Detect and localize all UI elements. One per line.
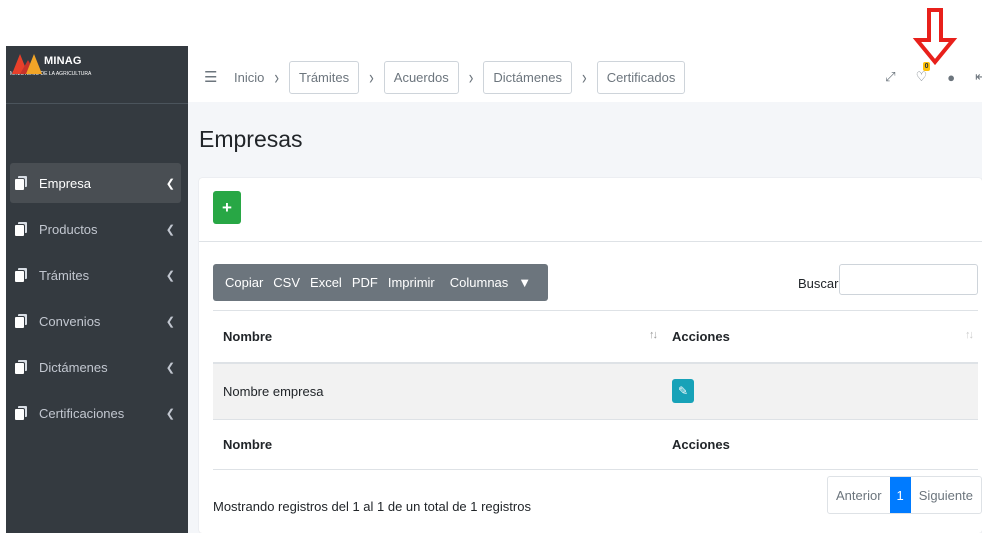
copy-icon bbox=[15, 222, 27, 236]
sidebar-item-tramites[interactable]: Trámites ❮ bbox=[10, 255, 181, 295]
copy-icon bbox=[15, 268, 27, 282]
chevron-left-icon: ❮ bbox=[165, 361, 175, 374]
copy-icon bbox=[15, 360, 27, 374]
copy-icon bbox=[15, 406, 27, 420]
top-navbar: ☰ Inicio › Trámites › Acuerdos › Dictáme… bbox=[188, 52, 982, 102]
table-info: Mostrando registros del 1 al 1 de un tot… bbox=[213, 499, 531, 514]
prev-page-button[interactable]: Anterior bbox=[828, 477, 890, 513]
navbar-right-icons: ⤢ ♡ 0 ● ⇤ bbox=[865, 52, 982, 102]
minag-logo-icon bbox=[12, 52, 46, 74]
sidebar-item-label: Dictámenes bbox=[39, 359, 108, 375]
breadcrumb-home[interactable]: Inicio bbox=[234, 70, 264, 85]
brand-logo[interactable]: MINAG MINISTERIO DE LA AGRICULTURA bbox=[6, 46, 188, 104]
columns-button[interactable]: Columnas ▼ bbox=[445, 275, 536, 290]
sort-icon: ↑↓ bbox=[649, 329, 658, 341]
next-page-button[interactable]: Siguiente bbox=[911, 477, 981, 513]
bell-icon[interactable]: ♡ 0 bbox=[916, 62, 931, 85]
search-input[interactable] bbox=[839, 264, 978, 295]
sort-icon: ↑↓ bbox=[965, 329, 974, 341]
chevron-right-icon: › bbox=[274, 65, 280, 89]
brand-name: MINAG bbox=[44, 55, 82, 67]
page-button-current[interactable]: 1 bbox=[889, 477, 911, 513]
fullscreen-icon[interactable]: ⤢ bbox=[885, 69, 895, 85]
chevron-right-icon: › bbox=[582, 65, 587, 89]
empresas-table: Nombre ↑↓ Acciones ↑↓ Nombre empresa ✎ N… bbox=[213, 310, 978, 470]
edit-button[interactable]: ✎ bbox=[672, 379, 694, 404]
sidebar-item-certificaciones[interactable]: Certificaciones ❮ bbox=[10, 393, 181, 433]
breadcrumb-dictamenes[interactable]: Dictámenes bbox=[483, 60, 573, 94]
empresas-card: + Copiar CSV Excel PDF Imprimir Columnas… bbox=[199, 178, 982, 533]
sidebar-item-label: Certificaciones bbox=[39, 405, 125, 421]
caret-down-icon: ▼ bbox=[518, 275, 532, 290]
page-title: Empresas bbox=[199, 126, 303, 152]
copy-icon bbox=[15, 314, 27, 328]
table-header-row: Nombre ↑↓ Acciones ↑↓ bbox=[213, 310, 978, 363]
add-empresa-button[interactable]: + bbox=[213, 191, 241, 224]
chevron-left-icon: ❮ bbox=[165, 315, 175, 328]
chevron-left-icon: ❮ bbox=[165, 407, 175, 420]
sidebar-item-label: Trámites bbox=[39, 267, 90, 283]
pencil-icon: ✎ bbox=[677, 384, 689, 399]
footer-nombre: Nombre bbox=[223, 437, 273, 452]
column-header-label: Nombre bbox=[223, 328, 273, 344]
breadcrumb-acuerdos[interactable]: Acuerdos bbox=[383, 60, 459, 94]
column-header-nombre[interactable]: Nombre ↑↓ bbox=[213, 311, 662, 363]
logout-icon[interactable]: ⇤ bbox=[975, 69, 982, 85]
chevron-left-icon: ❮ bbox=[165, 177, 175, 190]
chevron-right-icon: › bbox=[369, 65, 374, 89]
search-label: Buscar: bbox=[798, 276, 843, 291]
chevron-left-icon: ❮ bbox=[165, 223, 175, 236]
sidebar-item-label: Empresa bbox=[39, 175, 92, 191]
table-row: Nombre empresa ✎ bbox=[213, 362, 978, 420]
footer-acciones: Acciones bbox=[672, 437, 730, 452]
notification-badge: 0 bbox=[922, 62, 931, 71]
pdf-button[interactable]: PDF bbox=[352, 275, 378, 290]
copy-icon bbox=[15, 176, 27, 190]
export-button-group: Copiar CSV Excel PDF Imprimir Columnas ▼ bbox=[213, 264, 549, 301]
chevron-right-icon: › bbox=[468, 65, 474, 89]
sidebar-item-label: Productos bbox=[39, 221, 98, 237]
breadcrumb-certificados[interactable]: Certificados bbox=[596, 60, 686, 94]
cell-nombre: Nombre empresa bbox=[223, 383, 324, 399]
excel-button[interactable]: Excel bbox=[310, 275, 342, 290]
user-icon[interactable]: ● bbox=[947, 70, 955, 85]
hamburger-icon[interactable]: ☰ bbox=[204, 68, 217, 86]
csv-button[interactable]: CSV bbox=[273, 275, 300, 290]
card-header: + bbox=[199, 178, 982, 242]
print-button[interactable]: Imprimir bbox=[388, 275, 435, 290]
sidebar-item-dictamenes[interactable]: Dictámenes ❮ bbox=[10, 347, 181, 387]
sidebar: MINAG MINISTERIO DE LA AGRICULTURA Empre… bbox=[6, 46, 188, 533]
column-header-label: Acciones bbox=[672, 328, 730, 344]
pagination: Anterior 1 Siguiente bbox=[827, 476, 982, 514]
table-footer-row: Nombre Acciones bbox=[213, 420, 978, 470]
column-header-acciones[interactable]: Acciones ↑↓ bbox=[662, 311, 978, 363]
sidebar-item-empresa[interactable]: Empresa ❮ bbox=[10, 163, 181, 203]
content-wrapper: Empresas + Copiar CSV Excel PDF Imprimir… bbox=[188, 102, 982, 533]
sidebar-item-productos[interactable]: Productos ❮ bbox=[10, 209, 181, 249]
cell-acciones: ✎ bbox=[662, 363, 978, 420]
breadcrumb-tramites[interactable]: Trámites bbox=[289, 60, 360, 94]
sidebar-item-convenios[interactable]: Convenios ❮ bbox=[10, 301, 181, 341]
copy-button[interactable]: Copiar bbox=[225, 275, 263, 290]
columns-label: Columnas bbox=[449, 275, 509, 290]
sidebar-nav: Empresa ❮ Productos ❮ Trámites ❮ Conveni… bbox=[6, 163, 188, 439]
sidebar-item-label: Convenios bbox=[39, 313, 101, 329]
chevron-left-icon: ❮ bbox=[165, 269, 175, 282]
